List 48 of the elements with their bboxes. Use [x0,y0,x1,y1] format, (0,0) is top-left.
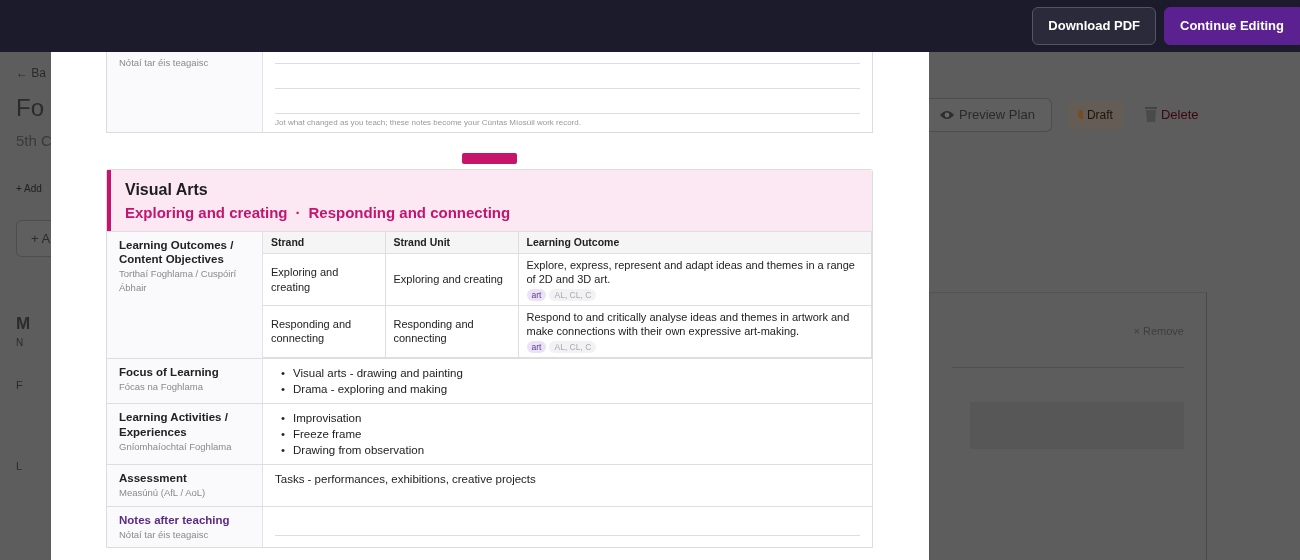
table-cell: Exploring and creating [263,253,385,306]
row-label: Learning Activities / Experiences [119,410,229,440]
column-header: Strand Unit [385,231,518,254]
delete-button[interactable]: Delete [1138,104,1205,126]
row-label-irish: Nótaí tar éis teagaisc [119,527,210,541]
bullet-icon: • [275,364,293,381]
drag-handle[interactable] [462,153,517,164]
assessment-text: Tasks - performances, exhibitions, creative projects [275,473,536,486]
subject-tag: art [526,340,547,353]
row-label: Focus of Learning [119,364,220,380]
row-label-irish: Measúnú (AfL / AoL) [119,486,207,500]
subject-tag: art [526,288,547,301]
column-header: Strand [263,231,385,254]
bullet-icon: • [275,410,293,427]
row-label-irish: Gníomhaíochtaí Foghlama [119,440,233,454]
row-label: Assessment [119,471,188,487]
row-label: Learning Outcomes / Content Objectives [119,237,235,268]
separator-dot: · [295,203,301,223]
row-label-irish: Nótaí tar éis teagaisc [119,56,210,70]
outcome-text: Explore, express, represent and adapt ideas and themes in a range of 2D and 3D art. [526,258,856,287]
bullet-icon: • [275,426,293,443]
add-link[interactable]: + Add [16,180,51,196]
list-item: Freeze frame [293,427,362,443]
table-cell: Responding and connecting [385,305,518,358]
outcome-text: Respond to and critically analyse ideas and themes in artwork and make connections with their own expressive art-making. [526,310,851,339]
subject-title: Visual Arts [125,180,209,200]
trash-icon [1144,107,1157,123]
strand-title: Exploring and creating [125,203,288,223]
row-label: Notes after teaching [119,512,231,528]
table-cell: Exploring and creating [385,253,518,306]
table-cell: Responding and connecting [263,305,385,358]
draft-button[interactable]: Draft [1067,100,1123,129]
column-header: Learning Outcome [518,231,872,254]
strand-title: Responding and connecting [308,203,511,223]
hint-text: Jot what changed as you teach; these notes become your Cúntas Míosúil work record. [275,117,582,129]
bullet-icon: • [275,381,293,398]
code-tag: AL, CL, C [549,340,597,353]
bullet-icon: • [275,442,293,459]
list-item: Improvisation [293,411,362,427]
row-label-irish: Torthaí Foghlama / Cuspóirí Ábhair [119,267,238,294]
list-item: Drama - exploring and making [293,382,448,397]
list-item: Visual arts - drawing and painting [293,365,463,381]
code-tag: AL, CL, C [549,288,597,301]
row-label-irish: Fócas na Foghlama [119,379,204,394]
download-button[interactable]: Download PDF [1032,7,1156,45]
eye-icon [939,108,955,121]
list-item: Drawing from observation [293,443,425,459]
continue-editing-button[interactable]: Continue Editing [1164,7,1300,45]
